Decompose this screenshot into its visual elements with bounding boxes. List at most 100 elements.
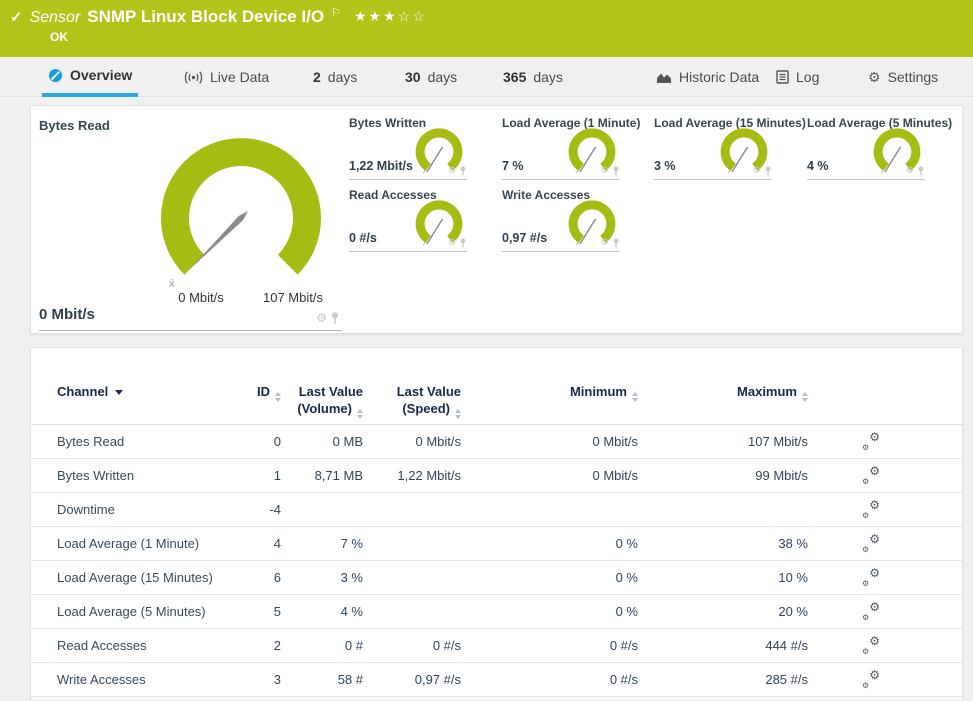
channel-name[interactable]: Write Accesses — [57, 672, 251, 687]
stars-empty[interactable]: ☆☆ — [398, 8, 427, 24]
gauge-bytes-written[interactable]: Bytes Written 1,22 Mbit/s ⚙ — [349, 116, 467, 180]
edit-channel-icon[interactable]: ⚙⚙ — [862, 535, 880, 552]
minimum-value: 0 Mbit/s — [461, 434, 638, 449]
area-chart-icon — [656, 71, 672, 84]
mean-marker: x̄ — [169, 278, 175, 290]
channel-name[interactable]: Bytes Read — [57, 434, 251, 449]
table-row-load-average-15min[interactable]: Load Average (15 Minutes) 6 3 % 0 % 10 %… — [31, 561, 962, 595]
channel-name[interactable]: Bytes Written — [57, 468, 251, 483]
column-header-id[interactable]: ID — [251, 384, 281, 424]
gauge-load-average-15min[interactable]: Load Average (15 Minutes) 3 % ⚙ — [654, 116, 772, 180]
minimum-value: 0 #/s — [461, 672, 638, 687]
channel-name[interactable]: Read Accesses — [57, 638, 251, 653]
last-value-speed: 0 Mbit/s — [363, 434, 461, 449]
edit-channel-icon[interactable]: ⚙⚙ — [862, 467, 880, 484]
column-label: ID — [257, 384, 270, 399]
column-header-actions — [808, 384, 934, 424]
column-header-last-value-speed[interactable]: Last Value (Speed) — [363, 384, 461, 424]
gauge-bytes-read[interactable]: Bytes Read x̄ 0 Mbit/s 107 Mbit/s 0 Mbit… — [39, 116, 342, 331]
gauge-min-label: 0 Mbit/s — [166, 290, 236, 305]
column-header-last-value-volume[interactable]: Last Value (Volume) — [281, 384, 363, 424]
primary-gauge-dial: x̄ — [156, 133, 326, 303]
tab-historic-data[interactable]: Historic Data — [650, 57, 765, 97]
gauge-load-average-1min[interactable]: Load Average (1 Minute) 7 % ⚙ — [502, 116, 620, 180]
table-row-read-accesses[interactable]: Read Accesses 2 0 # 0 #/s 0 #/s 444 #/s … — [31, 629, 962, 663]
tab-log[interactable]: Log — [770, 57, 825, 97]
tab-number: 365 — [503, 69, 526, 85]
channel-name[interactable]: Downtime — [57, 502, 251, 517]
gauges-panel: Bytes Read x̄ 0 Mbit/s 107 Mbit/s 0 Mbit… — [30, 105, 963, 334]
gauge-current-value: 0 #/s — [349, 231, 377, 245]
table-row-load-average-1min[interactable]: Load Average (1 Minute) 4 7 % 0 % 38 % ⚙… — [31, 527, 962, 561]
minimum-value: 0 % — [461, 604, 638, 619]
status-check-icon: ✓ — [10, 8, 23, 26]
flag-icon[interactable]: ⚐ — [331, 6, 341, 19]
column-header-minimum[interactable]: Minimum — [461, 384, 638, 424]
gauge-settings-icon[interactable]: ⚙ — [753, 165, 761, 176]
channel-name[interactable]: Load Average (5 Minutes) — [57, 604, 251, 619]
pin-icon[interactable] — [459, 166, 467, 176]
minimum-value: 0 % — [461, 536, 638, 551]
pin-icon[interactable] — [612, 166, 620, 176]
tab-label: days — [533, 69, 563, 85]
tab-label: Overview — [70, 67, 132, 83]
pin-icon[interactable] — [612, 238, 620, 248]
last-value-volume: 4 % — [281, 604, 363, 619]
tab-2-days[interactable]: 2 days — [307, 57, 363, 97]
column-label: Maximum — [737, 384, 797, 399]
maximum-value: 10 % — [638, 570, 808, 585]
column-label: Channel — [57, 384, 108, 399]
tab-365-days[interactable]: 365 days — [497, 57, 569, 97]
channel-id: -4 — [251, 502, 281, 517]
channel-name[interactable]: Load Average (1 Minute) — [57, 536, 251, 551]
table-row-bytes-written[interactable]: Bytes Written 1 8,71 MB 1,22 Mbit/s 0 Mb… — [31, 459, 962, 493]
maximum-value: 38 % — [638, 536, 808, 551]
table-row-downtime[interactable]: Downtime -4 ⚙⚙ — [31, 493, 962, 527]
table-header-row: Channel ID Last Value (Volume) Last Valu… — [31, 348, 962, 425]
tab-label: Historic Data — [679, 69, 759, 85]
channel-name[interactable]: Load Average (15 Minutes) — [57, 570, 251, 585]
channels-table: Channel ID Last Value (Volume) Last Valu… — [31, 348, 962, 697]
channel-id: 5 — [251, 604, 281, 619]
maximum-value: 444 #/s — [638, 638, 808, 653]
edit-channel-icon[interactable]: ⚙⚙ — [862, 433, 880, 450]
channel-id: 3 — [251, 672, 281, 687]
gauge-settings-icon[interactable]: ⚙ — [906, 165, 914, 176]
object-kind-label: Sensor — [30, 9, 81, 27]
tab-overview[interactable]: Overview — [42, 57, 138, 97]
last-value-volume: 0 # — [281, 638, 363, 653]
gauge-settings-icon[interactable]: ⚙ — [601, 237, 609, 248]
minimum-value: 0 Mbit/s — [461, 468, 638, 483]
priority-stars[interactable]: ★★★☆☆ — [354, 8, 427, 25]
edit-channel-icon[interactable]: ⚙⚙ — [862, 671, 880, 688]
table-row-bytes-read[interactable]: Bytes Read 0 0 MB 0 Mbit/s 0 Mbit/s 107 … — [31, 425, 962, 459]
edit-channel-icon[interactable]: ⚙⚙ — [862, 569, 880, 586]
stars-filled[interactable]: ★★★ — [354, 8, 398, 24]
maximum-value: 99 Mbit/s — [638, 468, 808, 483]
gauge-load-average-5min[interactable]: Load Average (5 Minutes) 4 % ⚙ — [807, 116, 925, 180]
pin-icon[interactable] — [764, 166, 772, 176]
pin-icon[interactable] — [917, 166, 925, 176]
pin-icon[interactable] — [330, 312, 340, 324]
edit-channel-icon[interactable]: ⚙⚙ — [862, 501, 880, 518]
gauge-current-value: 7 % — [502, 159, 524, 173]
column-header-channel[interactable]: Channel — [57, 384, 251, 424]
column-header-maximum[interactable]: Maximum — [638, 384, 808, 424]
gauge-settings-icon[interactable]: ⚙ — [601, 165, 609, 176]
pin-icon[interactable] — [459, 238, 467, 248]
tab-live-data[interactable]: Live Data — [178, 57, 275, 97]
table-row-load-average-5min[interactable]: Load Average (5 Minutes) 5 4 % 0 % 20 % … — [31, 595, 962, 629]
channel-id: 4 — [251, 536, 281, 551]
status-badge: OK — [50, 30, 68, 44]
gauge-settings-icon[interactable]: ⚙ — [316, 311, 327, 325]
table-row-write-accesses[interactable]: Write Accesses 3 58 # 0,97 #/s 0 #/s 285… — [31, 663, 962, 697]
tab-settings[interactable]: ⚙ Settings — [862, 57, 944, 97]
tab-30-days[interactable]: 30 days — [399, 57, 463, 97]
edit-channel-icon[interactable]: ⚙⚙ — [862, 603, 880, 620]
gauge-settings-icon[interactable]: ⚙ — [448, 237, 456, 248]
gauge-write-accesses[interactable]: Write Accesses 0,97 #/s ⚙ — [502, 188, 620, 252]
edit-channel-icon[interactable]: ⚙⚙ — [862, 637, 880, 654]
gauge-settings-icon[interactable]: ⚙ — [448, 165, 456, 176]
gauge-read-accesses[interactable]: Read Accesses 0 #/s ⚙ — [349, 188, 467, 252]
gauge-max-label: 107 Mbit/s — [248, 290, 338, 305]
